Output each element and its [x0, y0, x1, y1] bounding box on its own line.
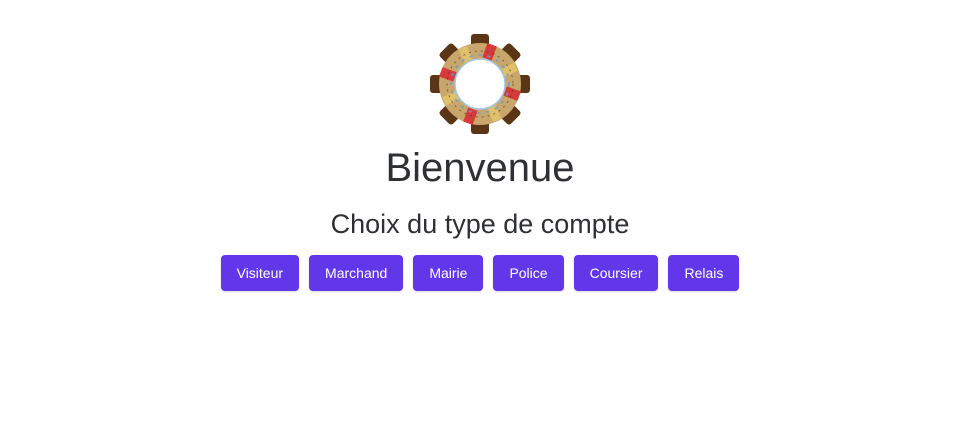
- account-type-coursier-button[interactable]: Coursier: [573, 255, 659, 291]
- circular-town-logo-icon: [430, 34, 530, 134]
- account-type-buttons: Visiteur Marchand Mairie Police Coursier…: [0, 255, 960, 291]
- account-type-relais-button[interactable]: Relais: [668, 255, 740, 291]
- page-subtitle: Choix du type de compte: [330, 209, 630, 239]
- account-type-marchand-button[interactable]: Marchand: [309, 255, 404, 291]
- account-type-police-button[interactable]: Police: [493, 255, 564, 291]
- account-type-visiteur-button[interactable]: Visiteur: [220, 255, 300, 291]
- account-type-mairie-button[interactable]: Mairie: [413, 255, 484, 291]
- welcome-page: Bienvenue Choix du type de compte Visite…: [0, 0, 960, 430]
- page-title: Bienvenue: [385, 146, 575, 190]
